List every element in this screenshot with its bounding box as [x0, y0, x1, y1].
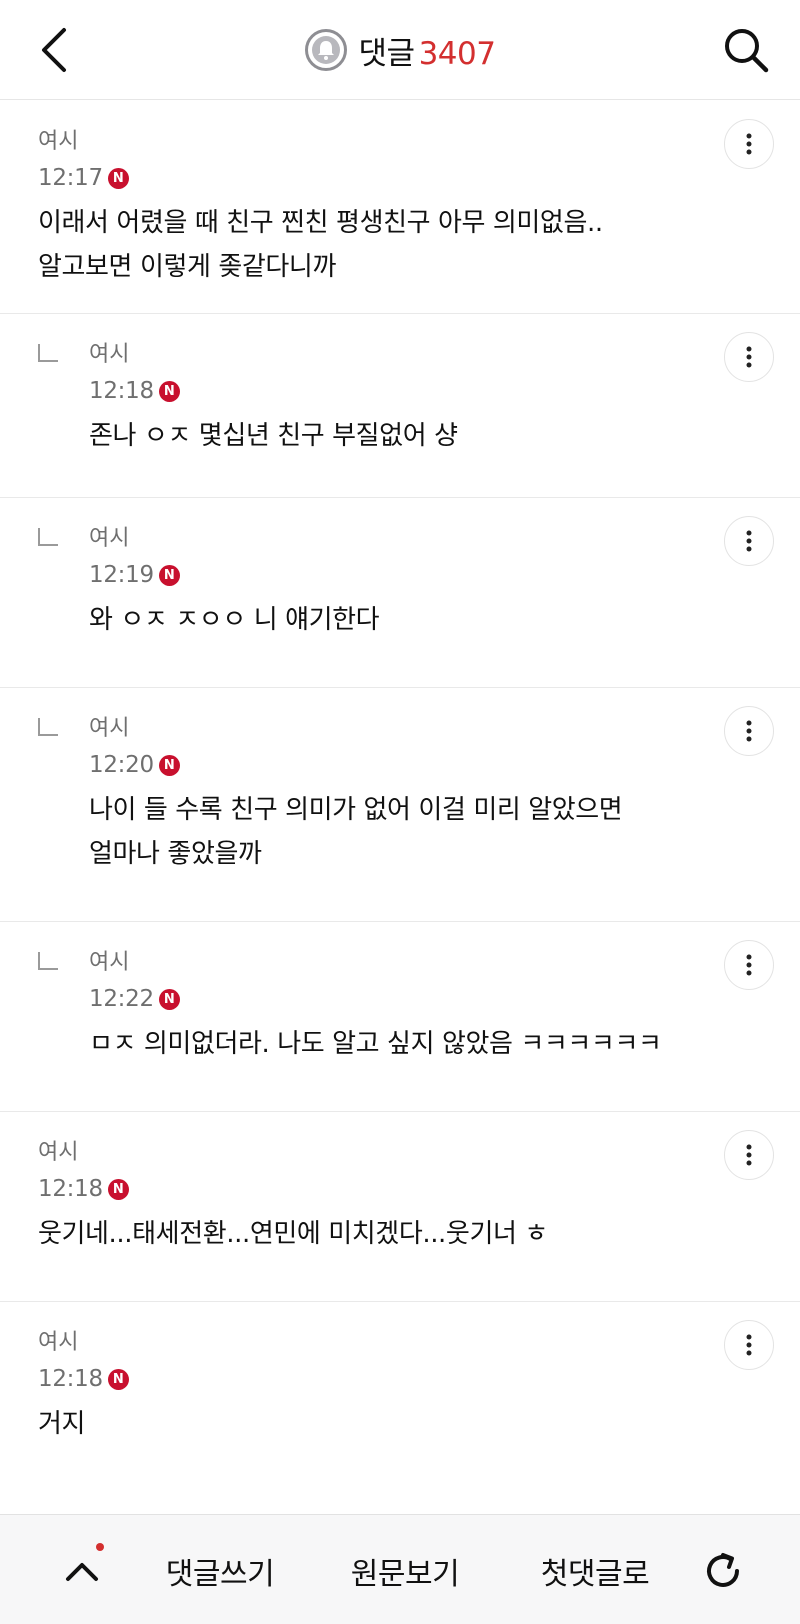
comment-meta: 12:18 N — [89, 374, 800, 408]
comment-meta: 12:18 N — [38, 1172, 800, 1206]
reply-item: 여시 12:19 N 와 ㅇㅈ ㅈㅇㅇ 니 얘기한다 — [0, 498, 800, 688]
comment-author: 여시 — [38, 1140, 79, 1165]
more-vertical-icon — [746, 346, 752, 368]
write-comment-button[interactable]: 댓글쓰기 — [150, 1541, 290, 1601]
page-title: 댓글 3407 — [359, 28, 496, 73]
new-badge: N — [158, 988, 180, 1010]
reply-item: 여시 12:22 N ㅁㅈ 의미없더라. 나도 알고 싶지 않았음 ㅋㅋㅋㅋㅋㅋ — [0, 922, 800, 1112]
chevron-up-icon — [66, 1563, 98, 1581]
app-header: 댓글 3407 — [0, 0, 800, 100]
comment-author: 여시 — [89, 526, 130, 551]
header-title-group: 댓글 3407 — [0, 26, 800, 74]
comment-author: 여시 — [38, 1330, 79, 1355]
more-options-button[interactable] — [724, 1320, 774, 1370]
comment-item: 여시 12:17 N 이래서 어렸을 때 친구 찐친 평생친구 아무 의미없음.… — [0, 101, 800, 314]
refresh-button[interactable] — [693, 1541, 753, 1601]
comment-author: 여시 — [38, 129, 79, 154]
reply-arrow-icon — [38, 718, 58, 736]
comment-time: 12:18 — [89, 378, 154, 404]
comment-time: 12:19 — [89, 562, 154, 588]
reply-arrow-icon — [38, 528, 58, 546]
more-options-button[interactable] — [724, 1130, 774, 1180]
more-vertical-icon — [746, 133, 752, 155]
comment-time: 12:18 — [38, 1366, 103, 1392]
reply-arrow-icon — [38, 952, 58, 970]
comment-text: 나이 들 수록 친구 의미가 없어 이걸 미리 알았으면 얼마나 좋았을까 — [89, 795, 623, 869]
more-options-button[interactable] — [724, 940, 774, 990]
comment-author: 여시 — [89, 716, 130, 741]
bell-icon[interactable] — [304, 29, 347, 71]
refresh-icon — [707, 1553, 739, 1587]
more-options-button[interactable] — [724, 332, 774, 382]
reply-item: 여시 12:20 N 나이 들 수록 친구 의미가 없어 이걸 미리 알았으면 … — [0, 688, 800, 922]
new-badge: N — [158, 754, 180, 776]
comment-author: 여시 — [89, 342, 130, 367]
comment-meta: 12:22 N — [89, 982, 800, 1016]
comment-time: 12:17 — [38, 165, 103, 191]
new-badge: N — [158, 564, 180, 586]
title-label: 댓글 — [358, 35, 416, 72]
scroll-up-button[interactable] — [52, 1541, 112, 1601]
more-options-button[interactable] — [724, 516, 774, 566]
comment-time: 12:18 — [38, 1176, 103, 1202]
comment-text: 존나 ㅇㅈ 몇십년 친구 부질없어 샹 — [89, 421, 458, 451]
new-badge: N — [158, 380, 180, 402]
more-vertical-icon — [746, 954, 752, 976]
reply-arrow-icon — [38, 344, 58, 362]
more-options-button[interactable] — [724, 706, 774, 756]
comment-meta: 12:19 N — [89, 558, 800, 592]
more-vertical-icon — [746, 1144, 752, 1166]
comment-count: 3407 — [418, 35, 496, 72]
comment-text: ㅁㅈ 의미없더라. 나도 알고 싶지 않았음 ㅋㅋㅋㅋㅋㅋ — [89, 1029, 662, 1059]
comment-list: 여시 12:17 N 이래서 어렸을 때 친구 찐친 평생친구 아무 의미없음.… — [0, 101, 800, 1492]
more-vertical-icon — [746, 1334, 752, 1356]
comment-time: 12:22 — [89, 986, 154, 1012]
comment-author: 여시 — [89, 950, 130, 975]
comment-item: 여시 12:18 N 웃기네...태세전환...연민에 미치겠다...웃기너 ㅎ — [0, 1112, 800, 1302]
comment-text: 와 ㅇㅈ ㅈㅇㅇ 니 얘기한다 — [89, 605, 380, 635]
comment-meta: 12:17 N — [38, 161, 800, 195]
first-comment-button[interactable]: 첫댓글로 — [520, 1541, 670, 1601]
comment-item: 여시 12:18 N 거지 — [0, 1302, 800, 1492]
view-original-button[interactable]: 원문보기 — [330, 1541, 480, 1601]
comment-time: 12:20 — [89, 752, 154, 778]
more-vertical-icon — [746, 530, 752, 552]
new-badge: N — [107, 167, 129, 189]
comment-text: 웃기네...태세전환...연민에 미치겠다...웃기너 ㅎ — [38, 1219, 548, 1249]
comment-text: 이래서 어렸을 때 친구 찐친 평생친구 아무 의미없음.. 알고보면 이렇게 … — [38, 208, 603, 282]
more-vertical-icon — [746, 720, 752, 742]
search-button[interactable] — [720, 24, 772, 76]
search-icon — [725, 29, 769, 73]
comment-text: 거지 — [38, 1409, 86, 1439]
reply-item: 여시 12:18 N 존나 ㅇㅈ 몇십년 친구 부질없어 샹 — [0, 314, 800, 498]
more-options-button[interactable] — [724, 119, 774, 169]
bottom-toolbar: 댓글쓰기 원문보기 첫댓글로 — [0, 1514, 800, 1624]
new-badge: N — [107, 1368, 129, 1390]
notification-dot — [96, 1543, 104, 1551]
comment-meta: 12:18 N — [38, 1362, 800, 1396]
new-badge: N — [107, 1178, 129, 1200]
comment-meta: 12:20 N — [89, 748, 800, 782]
